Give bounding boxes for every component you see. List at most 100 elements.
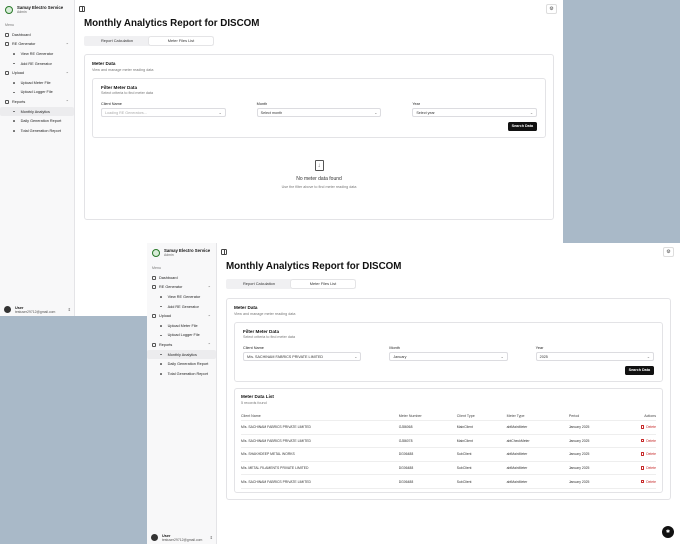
brand[interactable]: Samay Electro Service Admin: [147, 243, 216, 260]
cell-client-type: SubClient: [456, 447, 507, 462]
meter-data-list: Meter Data List 5 records found Client N…: [234, 388, 663, 493]
search-data-button[interactable]: Search Data: [507, 122, 537, 131]
search-data-button[interactable]: Search Data: [624, 366, 654, 375]
empty-title: No meter data found: [296, 176, 342, 182]
brand-role: Admin: [164, 253, 174, 257]
meter-data-desc: View and manage meter reading data: [92, 67, 154, 72]
sidebar-item-add-re-generator[interactable]: Add RE Generator: [0, 59, 74, 69]
bullet-icon: [160, 363, 162, 365]
user-menu[interactable]: User testuser29712@gmail.com ⇕: [151, 534, 213, 542]
sidebar-item-upload-meter-file[interactable]: Upload Meter File: [0, 78, 74, 88]
client-name-select[interactable]: Loading RE Generators... ⌄: [101, 108, 226, 117]
sidebar-item-dashboard[interactable]: Dashboard: [147, 273, 216, 283]
bullet-icon: [160, 334, 162, 337]
tab-meter-files-list[interactable]: Meter Files List: [149, 37, 213, 45]
dashboard-icon: [152, 275, 156, 280]
bullet-icon: [13, 53, 15, 55]
sidebar-item-daily-generation-report[interactable]: Daily Generation Report: [0, 116, 74, 126]
bullet-icon: [13, 120, 15, 122]
sidebar-item-upload-meter-file[interactable]: Upload Meter File: [147, 321, 216, 331]
trash-icon: [641, 479, 645, 484]
tab-report-calculation[interactable]: Report Calculation: [85, 37, 149, 45]
help-fab-button[interactable]: ✱: [662, 526, 674, 538]
year-label: Year: [412, 102, 421, 106]
col-client-type: Client Type: [456, 411, 507, 421]
table-row: M/s. SACHINAM FABRICS PRIVATE LIMITED DG…: [241, 474, 656, 489]
sidebar-item-reports[interactable]: Reports ⌃: [147, 340, 216, 350]
trash-icon: [641, 438, 645, 443]
page-title: Monthly Analytics Report for DISCOM: [226, 261, 402, 272]
sidebar-item-monthly-analytics[interactable]: Monthly Analytics: [147, 349, 216, 360]
sidebar-item-upload-logger-file[interactable]: Upload Logger File: [147, 331, 216, 341]
list-count: 5 records found: [241, 400, 267, 405]
sidebar-item-upload[interactable]: Upload ⌃: [147, 311, 216, 321]
table-header-row: Client Name Meter Number Client Type Met…: [241, 411, 656, 421]
cell-client-type: MainClient: [456, 420, 507, 435]
sidebar-toggle-icon[interactable]: [221, 249, 227, 255]
generator-icon: [152, 285, 156, 290]
cell-meter-type: abtCheckMeter: [506, 434, 569, 449]
gear-icon[interactable]: ⚙: [546, 4, 557, 14]
cell-meter-type: abtMainMeter: [506, 474, 569, 489]
year-select[interactable]: Select year ⌄: [412, 108, 538, 117]
delete-button[interactable]: Delete: [641, 466, 656, 470]
chevron-down-icon: ⌄: [500, 355, 504, 359]
delete-button[interactable]: Delete: [641, 479, 656, 484]
delete-button[interactable]: Delete: [641, 452, 656, 456]
brand[interactable]: Samay Electro Service Admin: [0, 0, 74, 17]
sidebar-item-reports[interactable]: Reports ⌃: [0, 97, 74, 107]
client-name-select[interactable]: M/s. SACHINAM FABRICS PRIVATE LIMITED ⌄: [243, 352, 362, 361]
reports-icon: [152, 342, 156, 347]
month-label: Month: [389, 346, 400, 350]
sidebar-item-add-re-generator[interactable]: Add RE Generator: [147, 302, 216, 312]
sidebar-item-monthly-analytics[interactable]: Monthly Analytics: [0, 106, 74, 117]
month-label: Month: [256, 102, 268, 106]
avatar: [151, 534, 158, 542]
sidebar-item-view-re-generator[interactable]: View RE Generator: [147, 292, 216, 302]
cell-meter-number: DG06488: [398, 447, 457, 462]
bullet-icon: [160, 353, 162, 356]
cell-meter-number: GJ86068: [398, 420, 457, 435]
table-row: M/s. SACHINAM FABRICS PRIVATE LIMITED GJ…: [241, 434, 656, 449]
bullet-icon: [13, 62, 15, 65]
cell-client-name: M/s. METAL FILAMENTS PRIVATE LIMITED: [241, 461, 399, 476]
year-select[interactable]: 2025 ⌄: [535, 352, 654, 361]
cell-period: January 2025: [568, 420, 619, 435]
tab-report-calculation[interactable]: Report Calculation: [227, 280, 291, 288]
year-label: Year: [535, 346, 544, 350]
meter-data-card: Meter Data View and manage meter reading…: [226, 298, 671, 500]
meter-data-table: Client Name Meter Number Client Type Met…: [241, 411, 656, 489]
sidebar-item-view-re-generator[interactable]: View RE Generator: [0, 49, 74, 59]
chevron-updown-icon: ⇕: [67, 307, 71, 313]
month-select[interactable]: January ⌄: [389, 352, 508, 361]
user-menu[interactable]: User testuser29712@gmail.com ⇕: [4, 306, 71, 314]
sidebar-item-re-generator[interactable]: RE Generator ⌃: [0, 40, 74, 50]
delete-button[interactable]: Delete: [641, 425, 656, 429]
cell-meter-type: abtMainMeter: [506, 447, 569, 462]
chevron-up-icon: ⌃: [207, 342, 211, 348]
month-select[interactable]: Select month ⌄: [256, 108, 382, 117]
sidebar-item-daily-generation-report[interactable]: Daily Generation Report: [147, 359, 216, 369]
delete-button[interactable]: Delete: [641, 438, 656, 443]
menu-heading: Menu: [152, 266, 161, 270]
cell-period: January 2025: [568, 434, 619, 449]
client-name-label: Client Name: [243, 346, 264, 350]
chevron-up-icon: ⌃: [207, 313, 211, 319]
sidebar-toggle-icon[interactable]: [79, 6, 85, 12]
sidebar-item-total-generation-report[interactable]: Total Generation Report: [0, 126, 74, 136]
page-title: Monthly Analytics Report for DISCOM: [84, 18, 260, 29]
chevron-up-icon: ⌃: [65, 99, 69, 105]
sidebar-nav: Dashboard RE Generator ⌃ View RE Generato…: [0, 30, 74, 136]
upload-icon: [5, 71, 9, 76]
dashboard-icon: [5, 32, 9, 37]
sidebar-item-dashboard[interactable]: Dashboard: [0, 30, 74, 40]
sidebar-item-upload-logger-file[interactable]: Upload Logger File: [0, 88, 74, 98]
tab-meter-files-list[interactable]: Meter Files List: [291, 280, 355, 288]
sidebar-item-upload[interactable]: Upload ⌃: [0, 68, 74, 78]
cell-period: January 2025: [568, 474, 619, 489]
cell-meter-number: DG06488: [398, 461, 457, 476]
sidebar-item-total-generation-report[interactable]: Total Generation Report: [147, 369, 216, 379]
sidebar-item-re-generator[interactable]: RE Generator ⌃: [147, 283, 216, 293]
gear-icon[interactable]: ⚙: [663, 247, 674, 257]
brand-role: Admin: [17, 10, 27, 14]
